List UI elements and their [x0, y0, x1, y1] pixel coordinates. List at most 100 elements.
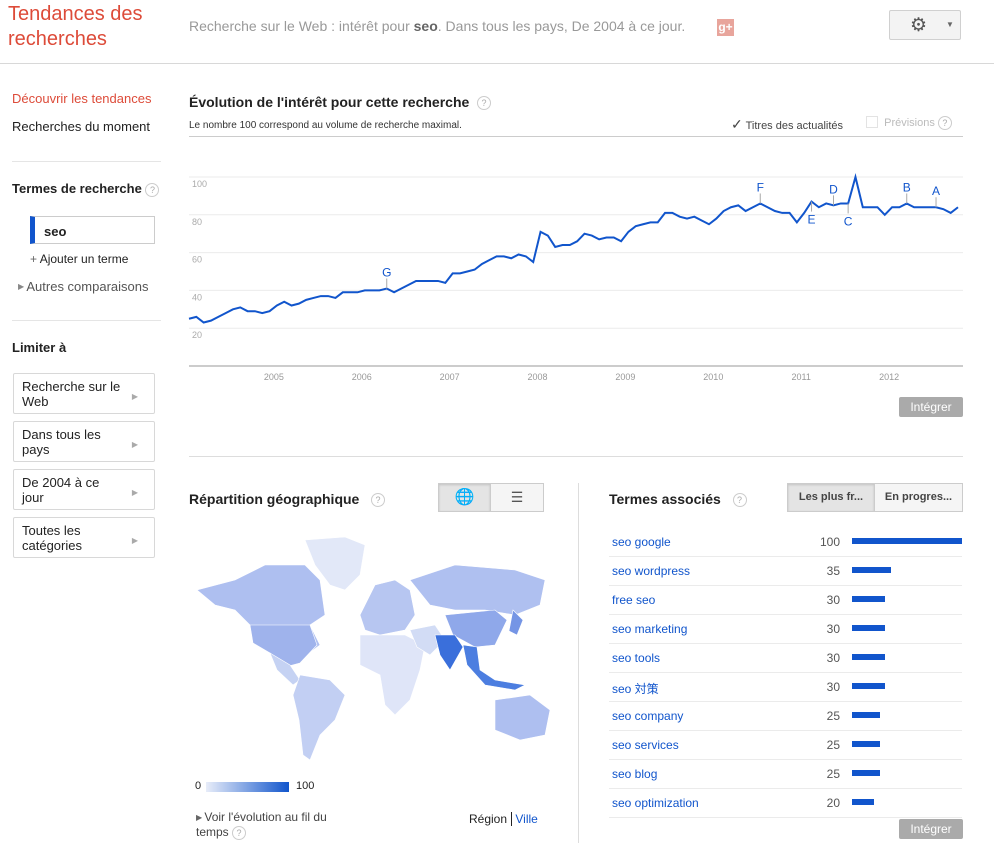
- related-term-row[interactable]: seo tools 30: [609, 644, 962, 673]
- related-term-bar: [852, 741, 880, 747]
- map-view-button[interactable]: 🌐: [438, 483, 491, 512]
- interest-line-chart: 20 40 60 80 100 2005 2006 2007 2008 2009 2010 2011 2…: [188, 173, 963, 382]
- map-africa: [359, 634, 426, 716]
- triangle-right-icon: ▶: [131, 536, 138, 545]
- related-term-value: 30: [826, 622, 840, 636]
- related-term-link[interactable]: seo tools: [612, 651, 660, 665]
- filter-country[interactable]: Dans tous les pays ▶: [13, 421, 155, 462]
- related-term-value: 100: [819, 535, 840, 549]
- map-australia: [494, 694, 550, 741]
- related-term-bar: [852, 596, 885, 602]
- column-divider: [578, 483, 579, 843]
- color-scale-legend: [206, 782, 289, 792]
- embed-chart-button[interactable]: Intégrer: [899, 397, 963, 417]
- related-term-row[interactable]: seo wordpress 35: [609, 557, 962, 586]
- geo-level-toggle: Région Ville: [469, 812, 538, 826]
- related-title: Termes associés ?: [609, 491, 747, 508]
- section-divider: [189, 456, 963, 457]
- y-tick-label: 100: [192, 179, 207, 189]
- map-europe: [359, 579, 416, 636]
- related-term-value: 25: [826, 709, 840, 723]
- related-term-link[interactable]: seo services: [612, 738, 679, 752]
- related-term-row[interactable]: seo marketing 30: [609, 615, 962, 644]
- x-tick-label: 2006: [352, 372, 372, 382]
- interest-chart: 20 40 60 80 100 2005 2006 2007 2008 2009 2010 2011 2…: [0, 0, 994, 405]
- tab-rising-terms[interactable]: En progres...: [874, 483, 963, 512]
- map-usa: [249, 624, 318, 668]
- map-india: [434, 634, 464, 671]
- filter-label: Toutes les catégories: [22, 523, 82, 553]
- related-term-value: 35: [826, 564, 840, 578]
- related-term-link[interactable]: seo 対策: [612, 680, 659, 697]
- list-icon: ☰: [510, 489, 524, 505]
- related-term-bar: [852, 770, 880, 776]
- embed-related-button[interactable]: Intégrer: [899, 819, 963, 839]
- region-option[interactable]: Région: [469, 812, 513, 826]
- list-view-button[interactable]: ☰: [490, 483, 544, 512]
- annotation-marker: C: [844, 214, 853, 228]
- related-term-bar: [852, 683, 885, 689]
- x-tick-label: 2012: [879, 372, 899, 382]
- globe-icon: 🌐: [454, 489, 475, 506]
- y-tick-label: 20: [192, 330, 202, 340]
- related-term-row[interactable]: seo blog 25: [609, 760, 962, 789]
- city-option[interactable]: Ville: [515, 812, 537, 826]
- filter-category[interactable]: Toutes les catégories ▶: [13, 517, 155, 558]
- map-south-america: [292, 674, 346, 761]
- related-term-link[interactable]: seo optimization: [612, 796, 699, 810]
- help-icon[interactable]: ?: [732, 493, 747, 508]
- related-term-bar: [852, 799, 874, 805]
- series-line: [188, 173, 959, 324]
- annotation-marker: G: [382, 266, 391, 280]
- related-term-link[interactable]: free seo: [612, 593, 655, 607]
- related-term-link[interactable]: seo google: [612, 535, 671, 549]
- related-term-bar: [852, 625, 885, 631]
- related-term-link[interactable]: seo wordpress: [612, 564, 690, 578]
- x-tick-label: 2009: [615, 372, 635, 382]
- geo-title: Répartition géographique ?: [189, 491, 386, 508]
- filter-time-range[interactable]: De 2004 à ce jour ▶: [13, 469, 155, 510]
- x-tick-label: 2007: [440, 372, 460, 382]
- annotation-marker: D: [829, 182, 838, 196]
- y-tick-label: 40: [192, 292, 202, 302]
- world-map: [196, 536, 550, 761]
- triangle-right-icon: ▶: [131, 488, 138, 497]
- related-term-link[interactable]: seo marketing: [612, 622, 687, 636]
- related-term-value: 30: [826, 593, 840, 607]
- related-term-row[interactable]: seo optimization 20: [609, 789, 962, 818]
- y-tick-label: 80: [192, 217, 202, 227]
- annotation-marker: F: [757, 180, 764, 194]
- x-tick-label: 2010: [703, 372, 723, 382]
- related-term-link[interactable]: seo company: [612, 709, 683, 723]
- related-term-bar: [852, 567, 891, 573]
- tab-top-terms[interactable]: Les plus fr...: [787, 483, 875, 512]
- related-term-row[interactable]: seo company 25: [609, 702, 962, 731]
- related-term-row[interactable]: seo 対策 30: [609, 673, 962, 702]
- geo-title-text: Répartition géographique: [189, 491, 360, 507]
- filter-label: De 2004 à ce jour: [22, 475, 100, 505]
- annotation-marker: E: [808, 213, 816, 227]
- filter-label: Dans tous les pays: [22, 427, 101, 457]
- help-icon[interactable]: ?: [232, 825, 247, 840]
- time-evolution-link[interactable]: ▶ Voir l'évolution au fil du temps ?: [196, 810, 356, 840]
- related-term-value: 30: [826, 680, 840, 694]
- x-tick-label: 2008: [528, 372, 548, 382]
- map-southeast-asia: [462, 644, 526, 691]
- help-icon[interactable]: ?: [371, 493, 386, 508]
- legend-min: 0: [195, 780, 202, 792]
- related-term-row[interactable]: seo services 25: [609, 731, 962, 760]
- time-evolution-label: Voir l'évolution au fil du temps: [196, 810, 327, 839]
- related-term-row[interactable]: free seo 30: [609, 586, 962, 615]
- related-term-row[interactable]: seo google 100: [609, 528, 962, 557]
- related-term-value: 30: [826, 651, 840, 665]
- map-russia-asia: [409, 564, 546, 616]
- related-term-link[interactable]: seo blog: [612, 767, 657, 781]
- annotation-marker: B: [903, 180, 911, 194]
- legend-max: 100: [296, 780, 315, 792]
- related-term-value: 25: [826, 738, 840, 752]
- related-term-bar: [852, 712, 880, 718]
- x-tick-label: 2005: [264, 372, 284, 382]
- related-term-value: 25: [826, 767, 840, 781]
- related-term-value: 20: [826, 796, 840, 810]
- y-tick-label: 60: [192, 255, 202, 265]
